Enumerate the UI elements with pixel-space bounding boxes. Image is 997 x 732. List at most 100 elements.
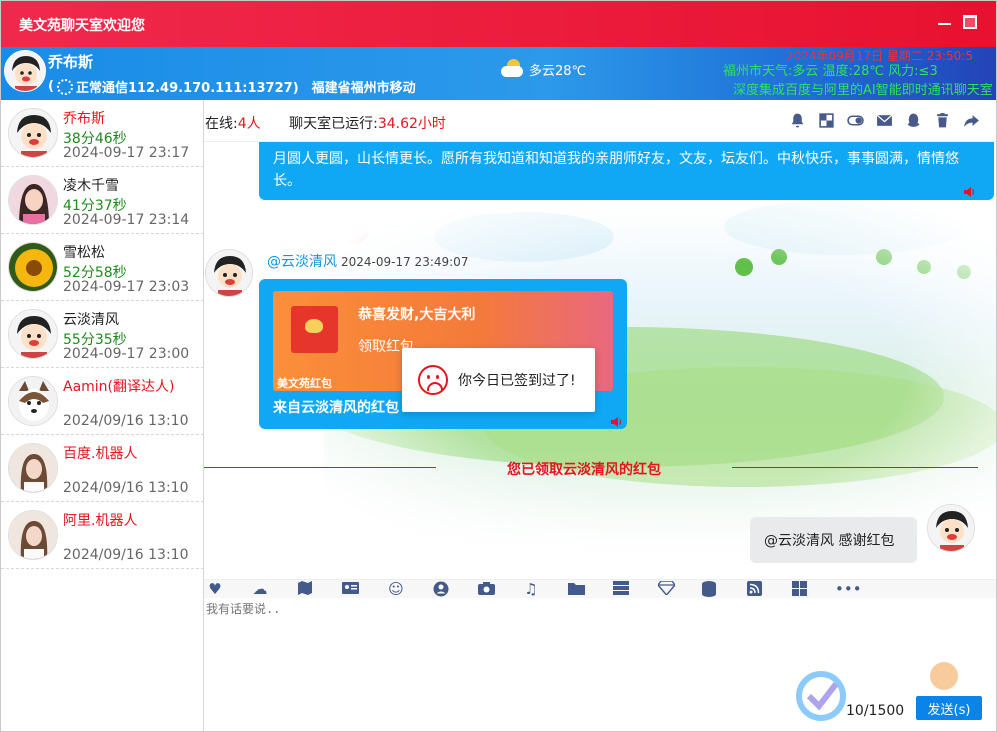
message-composer: 10/1500 发送(s) — [204, 598, 996, 731]
user-name: 百度.机器人 — [63, 446, 138, 462]
sender-avatar[interactable] — [205, 249, 253, 297]
login-time: 2024-09-17 23:14 — [63, 212, 190, 228]
current-user-avatar[interactable] — [4, 50, 46, 92]
status-header: 乔布斯 ( 正常通信112.49.170.111:13727) 福建省福州市移动… — [1, 47, 996, 100]
weather-text: 多云28℃ — [529, 63, 587, 79]
user-name: 阿里.机器人 — [63, 513, 138, 529]
toast-dialog: 你今日已签到过了! — [402, 348, 595, 412]
user-avatar[interactable] — [8, 309, 58, 359]
chat-window: 美文苑聊天室欢迎您 乔布斯 ( 正常通信112.49.170.111:13727… — [0, 0, 997, 732]
heart-icon[interactable]: ♥ — [206, 581, 224, 597]
windows-icon[interactable] — [790, 581, 808, 597]
login-time: 2024-09-17 23:00 — [63, 346, 190, 362]
id-card-icon[interactable] — [341, 581, 359, 597]
message-timestamp: 2024-09-17 23:49:07 — [341, 255, 469, 269]
user-list-item[interactable]: 阿里.机器人 2024/09/16 13:10 — [1, 502, 204, 569]
toast-message: 你今日已签到过了! — [458, 373, 576, 389]
user-name: 云淡清风 — [63, 312, 119, 328]
user-avatar[interactable] — [8, 510, 58, 560]
login-time: 2024/09/16 13:10 — [63, 413, 189, 429]
title-bar: 美文苑聊天室欢迎您 — [1, 1, 996, 47]
red-packet-brand: 美文苑红包 — [277, 377, 332, 390]
connection-status: ( 正常通信112.49.170.111:13727) 福建省福州市移动 — [48, 78, 416, 96]
chat-stats: 在线:4人 聊天室已运行:34.62小时 — [205, 113, 446, 133]
camera-icon[interactable] — [477, 581, 495, 597]
sad-face-icon — [418, 365, 448, 395]
diamond-icon[interactable] — [656, 580, 676, 597]
user-avatar[interactable] — [8, 443, 58, 493]
weather-widget: 多云28℃ — [501, 59, 586, 79]
user-avatar[interactable] — [8, 108, 58, 158]
user-avatar[interactable] — [8, 175, 58, 225]
database-icon[interactable] — [700, 581, 718, 597]
system-notice: 您已领取云淡清风的红包 — [204, 459, 978, 478]
toggle-icon[interactable] — [847, 112, 864, 129]
cloud-icon[interactable]: ☁ — [251, 581, 269, 597]
login-time: 2024-09-17 23:03 — [63, 279, 190, 295]
user-list-item[interactable]: 凌木千雪 41分37秒 2024-09-17 23:14 — [1, 167, 204, 234]
mail-icon[interactable] — [876, 112, 893, 129]
login-time: 2024/09/16 13:10 — [63, 547, 189, 563]
map-icon[interactable] — [296, 581, 314, 597]
speaker-icon[interactable] — [963, 186, 976, 198]
user-avatar[interactable] — [8, 376, 58, 426]
own-message-text: @云淡清风 感谢红包 — [764, 533, 895, 549]
trash-icon[interactable] — [934, 112, 951, 129]
folder-icon[interactable] — [567, 581, 585, 597]
minimize-button[interactable] — [938, 14, 952, 30]
checkerboard-icon[interactable] — [818, 112, 835, 129]
red-packet-greeting: 恭喜发财,大吉大利 — [358, 307, 476, 323]
divider — [732, 467, 978, 468]
window-title: 美文苑聊天室欢迎您 — [19, 18, 145, 34]
speaker-icon[interactable] — [610, 416, 623, 428]
uptime-value: 34.62小时 — [377, 116, 446, 132]
user-list-item[interactable]: Aamin(翻译达人) 2024/09/16 13:10 — [1, 368, 204, 435]
loading-spinner-icon — [56, 78, 73, 95]
message-bubble: 月圆人更圆，山长情更长。愿所有我知道和知道我的亲朋师好友，文友，坛友们。中秋快乐… — [259, 142, 994, 200]
more-icon[interactable]: ••• — [835, 581, 862, 597]
own-message-bubble: @云淡清风 感谢红包 — [750, 517, 917, 563]
share-icon[interactable] — [963, 112, 980, 129]
qq-icon[interactable] — [905, 112, 922, 129]
user-name: Aamin(翻译达人) — [63, 379, 175, 395]
partly-cloudy-icon — [501, 59, 525, 79]
user-avatar[interactable] — [8, 242, 58, 292]
server-icon[interactable] — [612, 581, 630, 597]
composer-toolbar: ♥ ☁ ☺ ♫ ••• — [204, 579, 996, 598]
login-time: 2024/09/16 13:10 — [63, 480, 189, 496]
online-count: 4人 — [237, 116, 261, 132]
own-avatar[interactable] — [927, 504, 975, 552]
user-location: 福建省福州市移动 — [311, 81, 416, 96]
send-button[interactable]: 发送(s) — [916, 696, 982, 720]
maximize-button[interactable] — [963, 15, 977, 29]
user-name: 凌木千雪 — [63, 178, 119, 194]
rss-icon[interactable] — [745, 581, 763, 597]
online-user-list: 乔布斯 38分46秒 2024-09-17 23:17 凌木千雪 41分37秒 2024-… — [1, 100, 204, 731]
user-name: 乔布斯 — [63, 111, 105, 127]
message-text: 月圆人更圆，山长情更长。愿所有我知道和知道我的亲朋师好友，文友，坛友们。中秋快乐… — [273, 151, 959, 189]
user-list-item[interactable]: 乔布斯 38分46秒 2024-09-17 23:17 — [1, 100, 204, 167]
user-name: 雪松松 — [63, 245, 105, 261]
notice-text: 您已领取云淡清风的红包 — [507, 462, 661, 478]
user-list-item[interactable]: 云淡清风 55分35秒 2024-09-17 23:00 — [1, 301, 204, 368]
red-packet-source: 来自云淡清风的红包 — [273, 400, 399, 416]
online-label: 在线: — [205, 116, 238, 132]
music-icon[interactable]: ♫ — [522, 581, 540, 597]
connection-address: 正常通信112.49.170.111:13727) — [75, 81, 299, 96]
user-list-item[interactable]: 雪松松 52分58秒 2024-09-17 23:03 — [1, 234, 204, 301]
char-counter: 10/1500 — [846, 703, 905, 719]
city-weather-text: 福州市天气:多云 温度:28℃ 风力:≤3 — [723, 64, 938, 79]
user-list-item[interactable]: 百度.机器人 2024/09/16 13:10 — [1, 435, 204, 502]
bell-icon[interactable] — [789, 112, 806, 129]
scrolling-announcement: 深度集成百度与阿里的AI智能即时通讯聊天室 — [733, 83, 993, 98]
message-sender: @云淡清风 2024-09-17 23:49:07 — [267, 251, 468, 271]
message-area: 月圆人更圆，山长情更长。愿所有我知道和知道我的亲朋师好友，文友，坛友们。中秋快乐… — [204, 142, 996, 579]
sender-name[interactable]: @云淡清风 — [267, 254, 337, 270]
chat-info-bar: 在线:4人 聊天室已运行:34.62小时 — [204, 100, 996, 142]
red-envelope-icon — [291, 306, 338, 353]
login-time: 2024-09-17 23:17 — [63, 145, 190, 161]
current-username: 乔布斯 — [48, 53, 94, 71]
user-circle-icon[interactable] — [432, 581, 450, 597]
emoji-icon[interactable]: ☺ — [387, 581, 405, 597]
divider — [204, 467, 436, 468]
